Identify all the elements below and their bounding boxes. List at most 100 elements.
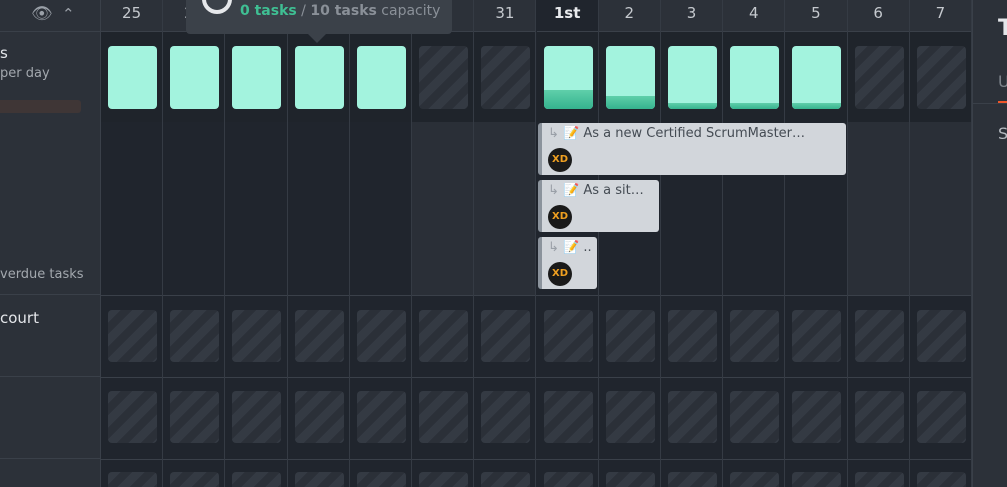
unavailable-cell[interactable]: [543, 472, 593, 487]
capacity-indicator[interactable]: [481, 46, 531, 109]
day-header[interactable]: 5: [785, 0, 847, 32]
capacity-indicator[interactable]: [667, 46, 717, 109]
double-chevron-up-icon[interactable]: ⌃: [62, 5, 75, 23]
capacity-indicator[interactable]: [232, 46, 282, 109]
day-cell[interactable]: [101, 122, 163, 295]
eye-slash-icon[interactable]: 👁︎: [31, 4, 53, 24]
unavailable-cell[interactable]: [667, 391, 717, 443]
tooltip-capacity-tasks: 10 tasks: [310, 3, 377, 19]
unavailable-cell[interactable]: [356, 472, 406, 487]
resource-row[interactable]: [0, 377, 100, 459]
day-header[interactable]: 25: [101, 0, 163, 32]
day-column: 7: [909, 0, 972, 487]
unavailable-cell[interactable]: [605, 472, 655, 487]
overdue-bar: [0, 100, 81, 113]
unavailable-cell[interactable]: [730, 310, 780, 362]
unavailable-cell[interactable]: [730, 391, 780, 443]
unavailable-cell[interactable]: [792, 472, 842, 487]
unavailable-cell[interactable]: [294, 310, 344, 362]
unavailable-cell[interactable]: [294, 472, 344, 487]
unavailable-cell[interactable]: [108, 391, 157, 443]
unavailable-cell[interactable]: [605, 310, 655, 362]
unavailable-cell[interactable]: [419, 310, 469, 362]
day-cell[interactable]: [287, 122, 349, 295]
unavailable-cell[interactable]: [854, 391, 904, 443]
day-header[interactable]: 2: [598, 0, 660, 32]
task-card[interactable]: ↳ 📝 .. XD: [538, 237, 597, 289]
resource-row[interactable]: [0, 459, 100, 487]
capacity-indicator[interactable]: [792, 46, 842, 109]
day-cell[interactable]: [909, 122, 971, 295]
day-column: 30: [412, 0, 475, 487]
capacity-indicator[interactable]: [356, 46, 406, 109]
day-header[interactable]: 3: [660, 0, 723, 32]
unavailable-cell[interactable]: [170, 472, 220, 487]
day-header[interactable]: 1st: [536, 0, 598, 32]
unavailable-cell[interactable]: [481, 391, 531, 443]
unavailable-cell[interactable]: [667, 472, 717, 487]
day-column: 2: [598, 0, 661, 487]
day-cell[interactable]: [225, 122, 287, 295]
day-header[interactable]: 6: [847, 0, 909, 32]
unavailable-cell[interactable]: [854, 310, 904, 362]
day-cell[interactable]: [163, 122, 225, 295]
unavailable-cell[interactable]: [356, 391, 406, 443]
divider: [973, 103, 1007, 104]
unavailable-cell[interactable]: [605, 391, 655, 443]
day-cell[interactable]: [412, 122, 474, 295]
resource-subtitle: per day: [0, 66, 50, 81]
capacity-indicator[interactable]: [543, 46, 593, 109]
capacity-indicator[interactable]: [854, 46, 904, 109]
unavailable-cell[interactable]: [232, 310, 282, 362]
unavailable-cell[interactable]: [232, 391, 282, 443]
panel-tab[interactable]: U: [998, 72, 1007, 91]
unavailable-cell[interactable]: [667, 310, 717, 362]
unavailable-cell[interactable]: [792, 391, 842, 443]
resource-name: s: [0, 44, 8, 62]
panel-section: S: [998, 124, 1007, 143]
task-card[interactable]: ↳ 📝 As a sit… XD: [538, 180, 659, 232]
unavailable-cell[interactable]: [294, 391, 344, 443]
unavailable-cell[interactable]: [481, 310, 531, 362]
unavailable-cell[interactable]: [792, 310, 842, 362]
unavailable-cell[interactable]: [419, 391, 469, 443]
unavailable-cell[interactable]: [481, 472, 531, 487]
unavailable-cell[interactable]: [543, 391, 593, 443]
day-header[interactable]: 4: [723, 0, 785, 32]
unavailable-cell[interactable]: [916, 472, 966, 487]
day-column: 29: [349, 0, 413, 487]
capacity-indicator[interactable]: [108, 46, 157, 109]
capacity-indicator[interactable]: [294, 46, 344, 109]
memo-icon: 📝: [563, 240, 580, 255]
unavailable-cell[interactable]: [170, 310, 220, 362]
unavailable-cell[interactable]: [916, 391, 966, 443]
resource-row[interactable]: s per day verdue tasks: [0, 32, 100, 295]
unavailable-cell[interactable]: [916, 310, 966, 362]
capacity-indicator[interactable]: [419, 46, 469, 109]
unavailable-cell[interactable]: [108, 472, 157, 487]
unavailable-cell[interactable]: [356, 310, 406, 362]
day-column: 3: [660, 0, 724, 487]
unavailable-cell[interactable]: [854, 472, 904, 487]
day-column: 27: [225, 0, 288, 487]
day-cell[interactable]: [349, 122, 412, 295]
day-header[interactable]: 31: [474, 0, 536, 32]
resource-row[interactable]: court: [0, 295, 100, 377]
capacity-used-fill: [792, 102, 842, 109]
unavailable-cell[interactable]: [170, 391, 220, 443]
capacity-indicator[interactable]: [170, 46, 220, 109]
unavailable-cell[interactable]: [543, 310, 593, 362]
unavailable-cell[interactable]: [730, 472, 780, 487]
day-header[interactable]: 7: [909, 0, 971, 32]
capacity-indicator[interactable]: [605, 46, 655, 109]
unavailable-cell[interactable]: [419, 472, 469, 487]
unavailable-cell[interactable]: [108, 310, 157, 362]
unavailable-cell[interactable]: [232, 472, 282, 487]
right-panel: T U S: [972, 0, 1007, 487]
day-cell[interactable]: [847, 122, 909, 295]
day-cell[interactable]: [474, 122, 536, 295]
capacity-indicator[interactable]: [916, 46, 966, 109]
task-title: ..: [583, 240, 592, 255]
capacity-indicator[interactable]: [730, 46, 780, 109]
task-card[interactable]: ↳ 📝 As a new Certified ScrumMaster… XD: [538, 123, 846, 175]
